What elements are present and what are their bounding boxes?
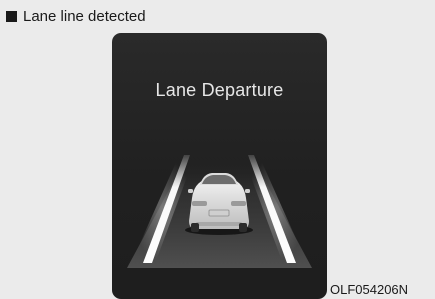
image-code: OLF054206N [330,282,409,297]
caption-text: Lane line detected [23,8,146,25]
caption: Lane line detected [6,8,146,25]
cluster-display: Lane Departure [112,33,327,299]
square-bullet-icon [6,11,17,22]
lane-illustration [127,151,312,268]
